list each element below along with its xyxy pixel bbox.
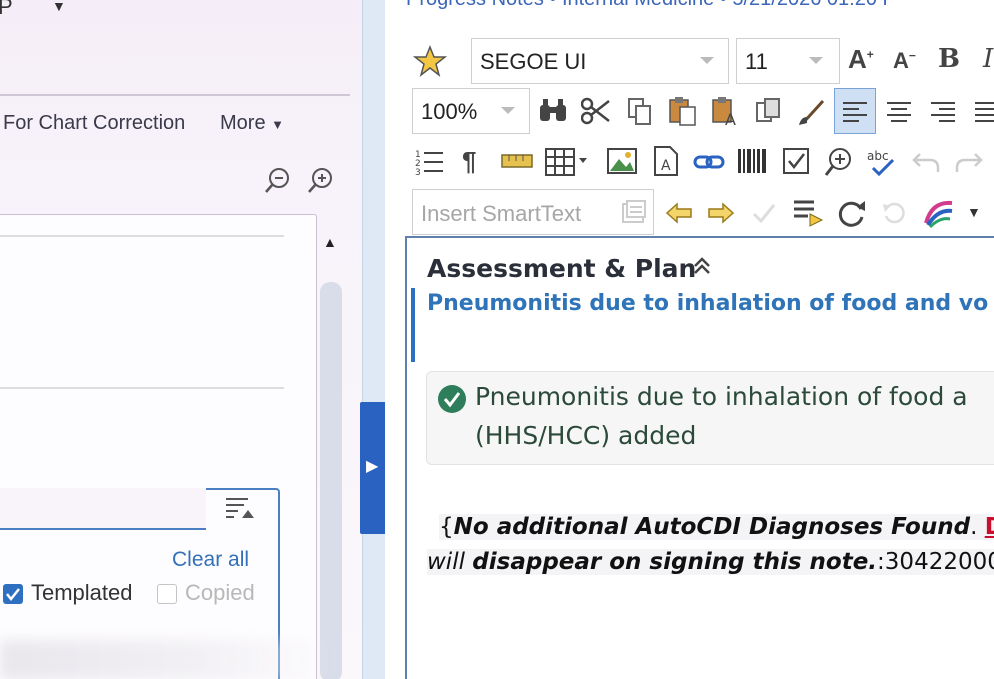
search-icon[interactable] xyxy=(537,97,569,125)
added-notice-text: Pneumonitis due to inhalation of food a xyxy=(475,382,968,411)
note-editor: Progress Notes • Internal Medicine • 5/2… xyxy=(385,0,994,679)
autocdi-period: . xyxy=(970,514,985,540)
scrollbar[interactable] xyxy=(320,282,342,679)
chevron-down-icon[interactable]: ▼ xyxy=(967,204,981,220)
svg-text:abc: abc xyxy=(867,149,889,163)
image-icon[interactable] xyxy=(607,147,637,175)
grow-font-icon[interactable]: A+ xyxy=(848,44,874,75)
more-label: More xyxy=(220,112,266,134)
brush-icon[interactable] xyxy=(797,97,827,127)
sort-icon[interactable] xyxy=(224,494,254,524)
history-icon[interactable] xyxy=(881,200,907,226)
pane-splitter[interactable] xyxy=(362,0,386,679)
document-icon[interactable]: A xyxy=(653,146,679,176)
ruler-icon[interactable] xyxy=(501,152,533,170)
font-family-select[interactable]: SEGOE UI xyxy=(471,38,729,84)
paragraph-icon[interactable]: ¶ xyxy=(462,146,476,177)
arrow-left-icon[interactable] xyxy=(665,202,693,224)
zoom-in-icon[interactable] xyxy=(306,166,336,196)
font-family-value: SEGOE UI xyxy=(480,49,587,74)
bold-button[interactable]: B xyxy=(938,44,960,74)
link-icon[interactable] xyxy=(693,152,725,172)
svg-text:A: A xyxy=(725,110,736,127)
arrow-right-icon[interactable] xyxy=(707,202,735,224)
autocdi-text: will xyxy=(427,549,473,575)
align-left-icon[interactable] xyxy=(841,100,869,124)
copy-icon[interactable] xyxy=(627,97,653,127)
checkbox-icon[interactable] xyxy=(782,147,810,175)
templated-label: Templated xyxy=(31,580,133,605)
chevron-down-icon xyxy=(700,57,714,64)
svg-text:A: A xyxy=(661,158,671,174)
context-dropdown-value[interactable]: P xyxy=(0,0,13,20)
numbered-list-icon[interactable]: 123 xyxy=(415,148,445,176)
blurred-region xyxy=(0,640,330,679)
redo-icon[interactable] xyxy=(955,150,983,174)
undo-icon[interactable] xyxy=(912,150,940,174)
divider xyxy=(0,94,350,96)
justify-icon[interactable] xyxy=(973,100,994,124)
clear-all-link[interactable]: Clear all xyxy=(172,548,249,572)
zoom-in-icon[interactable] xyxy=(823,146,855,178)
note-header: Progress Notes • Internal Medicine • 5/2… xyxy=(406,0,896,11)
autocdi-message: will disappear on signing this note.:304… xyxy=(427,549,994,575)
templated-checkbox[interactable] xyxy=(3,584,23,604)
autocdi-text: No additional AutoCDI Diagnoses Found xyxy=(453,514,971,540)
check-icon xyxy=(6,588,20,602)
divider xyxy=(0,235,284,237)
autocdi-brace: { xyxy=(439,514,454,540)
font-size-select[interactable]: 11 xyxy=(736,38,840,84)
left-pane: P ▼ For Chart Correction More ▼ ▲ Clear … xyxy=(0,0,362,679)
shrink-font-icon[interactable]: A− xyxy=(893,48,916,74)
barcode-icon[interactable] xyxy=(737,147,767,175)
autocdi-message: {No additional AutoCDI Diagnoses Found. … xyxy=(439,514,994,540)
scissors-icon[interactable] xyxy=(581,97,611,125)
diagnosis-marker xyxy=(411,288,415,362)
star-icon[interactable] xyxy=(413,44,447,78)
chevron-right-icon: ▶ xyxy=(366,458,379,475)
zoom-select[interactable]: 100% xyxy=(412,88,530,134)
chevron-down-icon xyxy=(809,57,823,64)
paste-format-icon[interactable]: A xyxy=(711,95,741,127)
smarttext-input[interactable]: Insert SmartText xyxy=(412,189,654,235)
chevron-up-icon[interactable] xyxy=(692,255,712,277)
scroll-up-arrow[interactable]: ▲ xyxy=(323,234,337,250)
refresh-icon[interactable] xyxy=(835,197,867,229)
chevron-down-icon: ▼ xyxy=(271,117,285,132)
divider xyxy=(0,387,284,389)
align-right-icon[interactable] xyxy=(929,100,957,124)
chevron-down-icon xyxy=(501,107,515,114)
added-notice-text: (HHS/HCC) added xyxy=(475,421,697,450)
smarttext-placeholder: Insert SmartText xyxy=(421,201,582,226)
zoom-value: 100% xyxy=(421,99,478,124)
align-center-icon[interactable] xyxy=(885,100,913,124)
check-mark-icon[interactable] xyxy=(751,200,777,226)
italic-icon[interactable]: I xyxy=(983,44,993,74)
copied-checkbox[interactable] xyxy=(157,584,177,604)
smarttext-list-icon[interactable] xyxy=(621,200,647,226)
diagnosis-link[interactable]: Pneumonitis due to inhalation of food an… xyxy=(427,291,988,316)
section-title: Assessment & Plan xyxy=(427,254,697,283)
autocdi-text: disappear on signing this note. xyxy=(472,549,878,575)
svg-text:3: 3 xyxy=(415,168,421,176)
check-circle-icon xyxy=(438,385,466,413)
autocdi-code: :304220003} xyxy=(877,549,994,575)
spellcheck-icon[interactable]: abc xyxy=(865,146,899,178)
more-menu-button[interactable]: More ▼ xyxy=(220,112,284,135)
paste-icon[interactable] xyxy=(668,95,698,127)
filter-panel-tab xyxy=(0,488,206,530)
zoom-out-icon[interactable] xyxy=(263,166,293,196)
copy-format-icon[interactable] xyxy=(755,97,783,127)
chevron-down-icon[interactable]: ▼ xyxy=(52,0,66,14)
ai-icon[interactable] xyxy=(922,197,956,229)
autocdi-warning: DO xyxy=(985,514,994,540)
font-size-value: 11 xyxy=(745,49,768,74)
copied-label: Copied xyxy=(185,580,255,605)
chart-correction-menu[interactable]: For Chart Correction xyxy=(3,112,185,135)
table-icon[interactable] xyxy=(545,148,591,176)
smartlist-icon[interactable] xyxy=(792,198,824,228)
